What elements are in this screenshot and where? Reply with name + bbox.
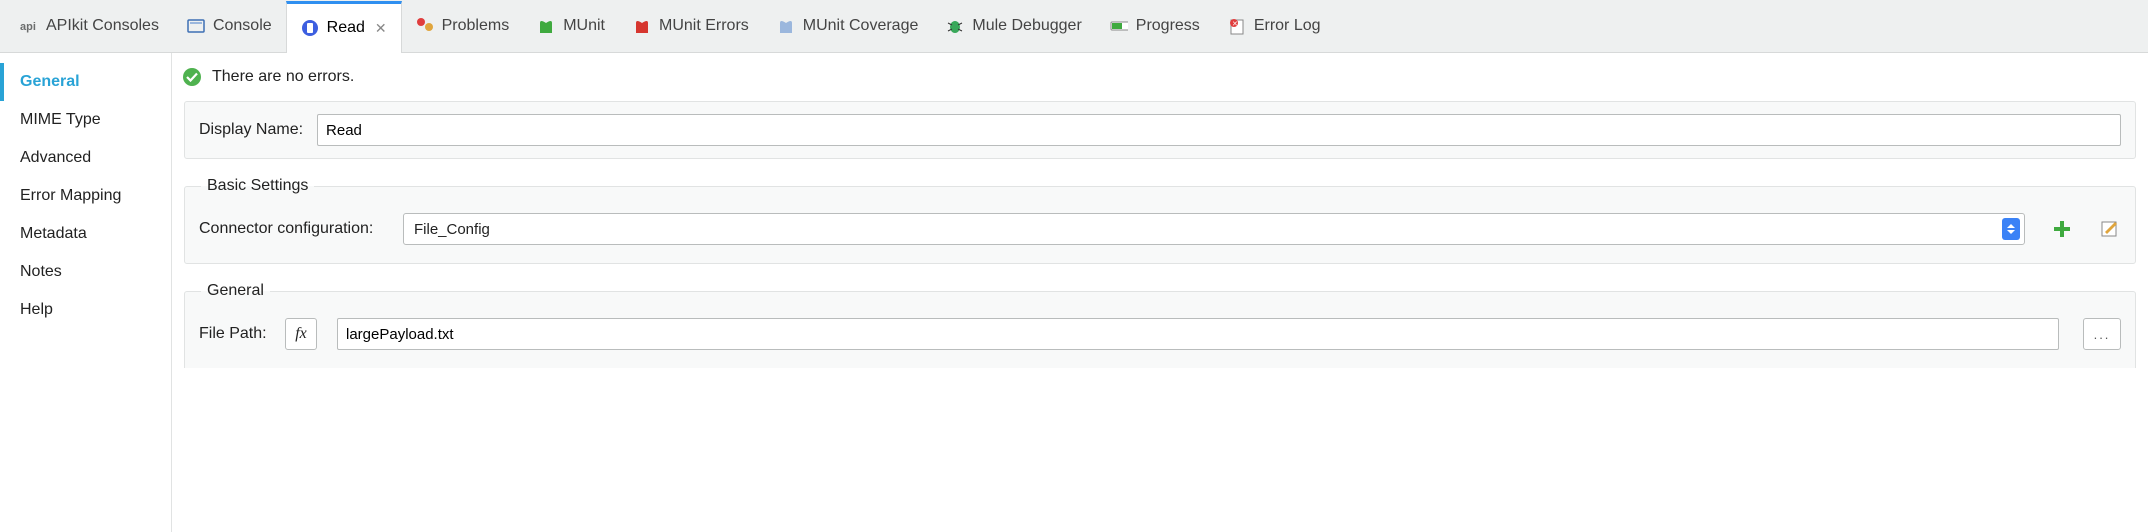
tab-munit-errors[interactable]: MUnit Errors (619, 0, 763, 52)
ok-icon (182, 67, 202, 87)
general-group-title: General (201, 282, 270, 300)
tab-label: Read (327, 19, 365, 37)
svg-text:api: api (20, 21, 36, 33)
status-row: There are no errors. (172, 53, 2148, 97)
connector-config-label: Connector configuration: (199, 220, 389, 238)
tab-label: MUnit (563, 17, 605, 35)
tab-label: Problems (442, 17, 510, 35)
tab-label: MUnit Errors (659, 17, 749, 35)
select-arrow-icon (2002, 218, 2020, 240)
tab-label: Progress (1136, 17, 1200, 35)
munit-blue-icon (777, 17, 795, 35)
tab-munit[interactable]: MUnit (523, 0, 619, 52)
close-icon[interactable]: ✕ (375, 20, 387, 37)
browse-button[interactable]: ... (2083, 318, 2121, 350)
tab-progress[interactable]: Progress (1096, 0, 1214, 52)
sidebar-item-general[interactable]: General (0, 63, 171, 101)
problems-icon (416, 17, 434, 35)
tab-label: Mule Debugger (972, 17, 1081, 35)
tab-console[interactable]: Console (173, 0, 286, 52)
sidebar-item-help[interactable]: Help (0, 291, 171, 329)
sidebar-item-metadata[interactable]: Metadata (0, 215, 171, 253)
svg-text:✕: ✕ (1232, 21, 1238, 28)
tab-label: Console (213, 17, 272, 35)
fx-button[interactable]: fx (285, 318, 317, 350)
sidebar-item-label: Notes (20, 263, 62, 280)
tab-apikit-consoles[interactable]: api APIkit Consoles (6, 0, 173, 52)
connector-config-select[interactable]: File_Config (403, 213, 2025, 245)
basic-settings-title: Basic Settings (201, 177, 314, 195)
basic-settings-group: Basic Settings Connector configuration: … (184, 177, 2136, 264)
tab-label: APIkit Consoles (46, 17, 159, 35)
sidebar-item-advanced[interactable]: Advanced (0, 139, 171, 177)
tab-error-log[interactable]: ✕ Error Log (1214, 0, 1335, 52)
tab-munit-coverage[interactable]: MUnit Coverage (763, 0, 933, 52)
display-name-panel: Display Name: (184, 101, 2136, 159)
display-name-label: Display Name: (199, 121, 303, 139)
read-icon (301, 19, 319, 37)
munit-green-icon (537, 17, 555, 35)
sidebar-item-label: Advanced (20, 149, 91, 166)
file-path-input[interactable] (337, 318, 2059, 350)
sidebar-item-label: Metadata (20, 225, 87, 242)
tab-bar: api APIkit Consoles Console Read ✕ Probl… (0, 0, 2148, 53)
connector-config-value: File_Config (414, 221, 490, 238)
main-panel: There are no errors. Display Name: Basic… (172, 53, 2148, 532)
plus-icon (2053, 220, 2071, 238)
general-group: General File Path: fx ... (184, 282, 2136, 368)
add-config-button[interactable] (2051, 218, 2073, 240)
sidebar-item-label: Help (20, 301, 53, 318)
tab-label: MUnit Coverage (803, 17, 919, 35)
sidebar: General MIME Type Advanced Error Mapping… (0, 53, 172, 532)
tab-read[interactable]: Read ✕ (286, 1, 402, 53)
sidebar-item-mime-type[interactable]: MIME Type (0, 101, 171, 139)
sidebar-item-error-mapping[interactable]: Error Mapping (0, 177, 171, 215)
sidebar-item-label: Error Mapping (20, 187, 121, 204)
sidebar-item-label: MIME Type (20, 111, 101, 128)
tab-mule-debugger[interactable]: Mule Debugger (932, 0, 1095, 52)
tab-label: Error Log (1254, 17, 1321, 35)
tab-problems[interactable]: Problems (402, 0, 524, 52)
edit-icon (2101, 220, 2119, 238)
sidebar-item-notes[interactable]: Notes (0, 253, 171, 291)
console-icon (187, 17, 205, 35)
bug-icon (946, 17, 964, 35)
sidebar-item-label: General (20, 73, 80, 90)
munit-red-icon (633, 17, 651, 35)
error-log-icon: ✕ (1228, 17, 1246, 35)
status-text: There are no errors. (212, 68, 354, 86)
progress-icon (1110, 17, 1128, 35)
api-icon: api (20, 17, 38, 35)
file-path-label: File Path: (199, 325, 271, 343)
display-name-input[interactable] (317, 114, 2121, 146)
edit-config-button[interactable] (2099, 218, 2121, 240)
